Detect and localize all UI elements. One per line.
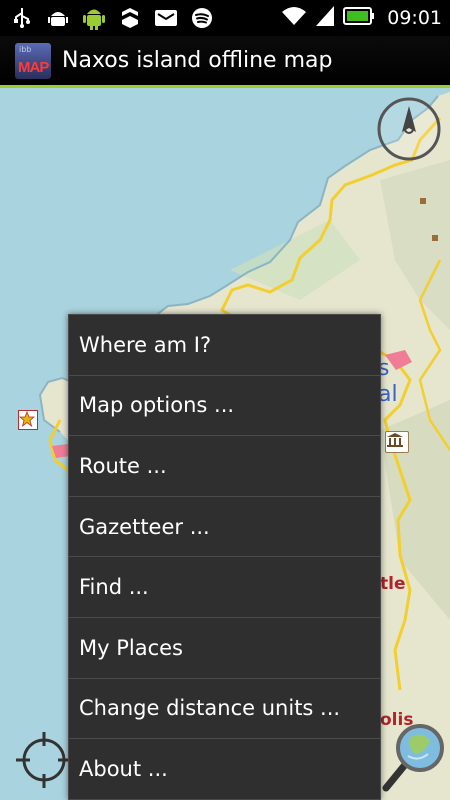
locate-me-icon[interactable]: [16, 732, 72, 788]
cell-signal-icon: [315, 5, 335, 31]
app-title: Naxos island offline map: [62, 48, 333, 73]
compass-icon[interactable]: [376, 96, 442, 162]
battery-icon: [343, 7, 375, 29]
museum-poi-icon[interactable]: [385, 431, 409, 453]
android-icon: [82, 6, 106, 30]
menu-item-where-am-i[interactable]: Where am I?: [69, 315, 380, 376]
action-bar: ibb MAP Naxos island offline map: [0, 36, 450, 88]
menu-item-label: Change distance units ...: [79, 696, 341, 721]
app-logo[interactable]: ibb MAP: [15, 42, 51, 79]
menu-item-label: Route ...: [79, 453, 167, 478]
menu-item-route[interactable]: Route ...: [69, 436, 380, 497]
menu-item-change-distance-units[interactable]: Change distance units ...: [69, 679, 380, 740]
menu-item-label: Map options ...: [79, 393, 235, 418]
options-menu: Where am I? Map options ... Route ... Ga…: [68, 314, 381, 800]
app-logo-text: MAP: [18, 58, 49, 76]
spotify-icon: [190, 6, 214, 30]
map-label: tle: [380, 574, 406, 594]
status-bar: 09:01: [0, 0, 450, 36]
clock: 09:01: [387, 7, 442, 29]
star-poi-icon[interactable]: [18, 410, 38, 430]
menu-item-label: My Places: [79, 635, 183, 660]
menu-item-map-options[interactable]: Map options ...: [69, 376, 380, 437]
wifi-icon: [281, 5, 307, 31]
nfc-icon: [118, 6, 142, 30]
android-debug-icon: [46, 6, 70, 30]
menu-item-my-places[interactable]: My Places: [69, 618, 380, 679]
menu-item-label: Find ...: [79, 575, 149, 600]
menu-item-gazetteer[interactable]: Gazetteer ...: [69, 497, 380, 558]
menu-item-label: Where am I?: [79, 332, 212, 357]
menu-item-label: About ...: [79, 757, 168, 782]
usb-icon: [10, 6, 34, 30]
menu-item-find[interactable]: Find ...: [69, 557, 380, 618]
menu-item-about[interactable]: About ...: [69, 739, 380, 800]
village-marker: [432, 235, 438, 241]
message-icon: [154, 6, 178, 30]
magnifier-icon[interactable]: [382, 722, 446, 792]
app-logo-small-text: ibb: [19, 44, 32, 54]
village-marker: [420, 198, 426, 204]
menu-item-label: Gazetteer ...: [79, 514, 210, 539]
